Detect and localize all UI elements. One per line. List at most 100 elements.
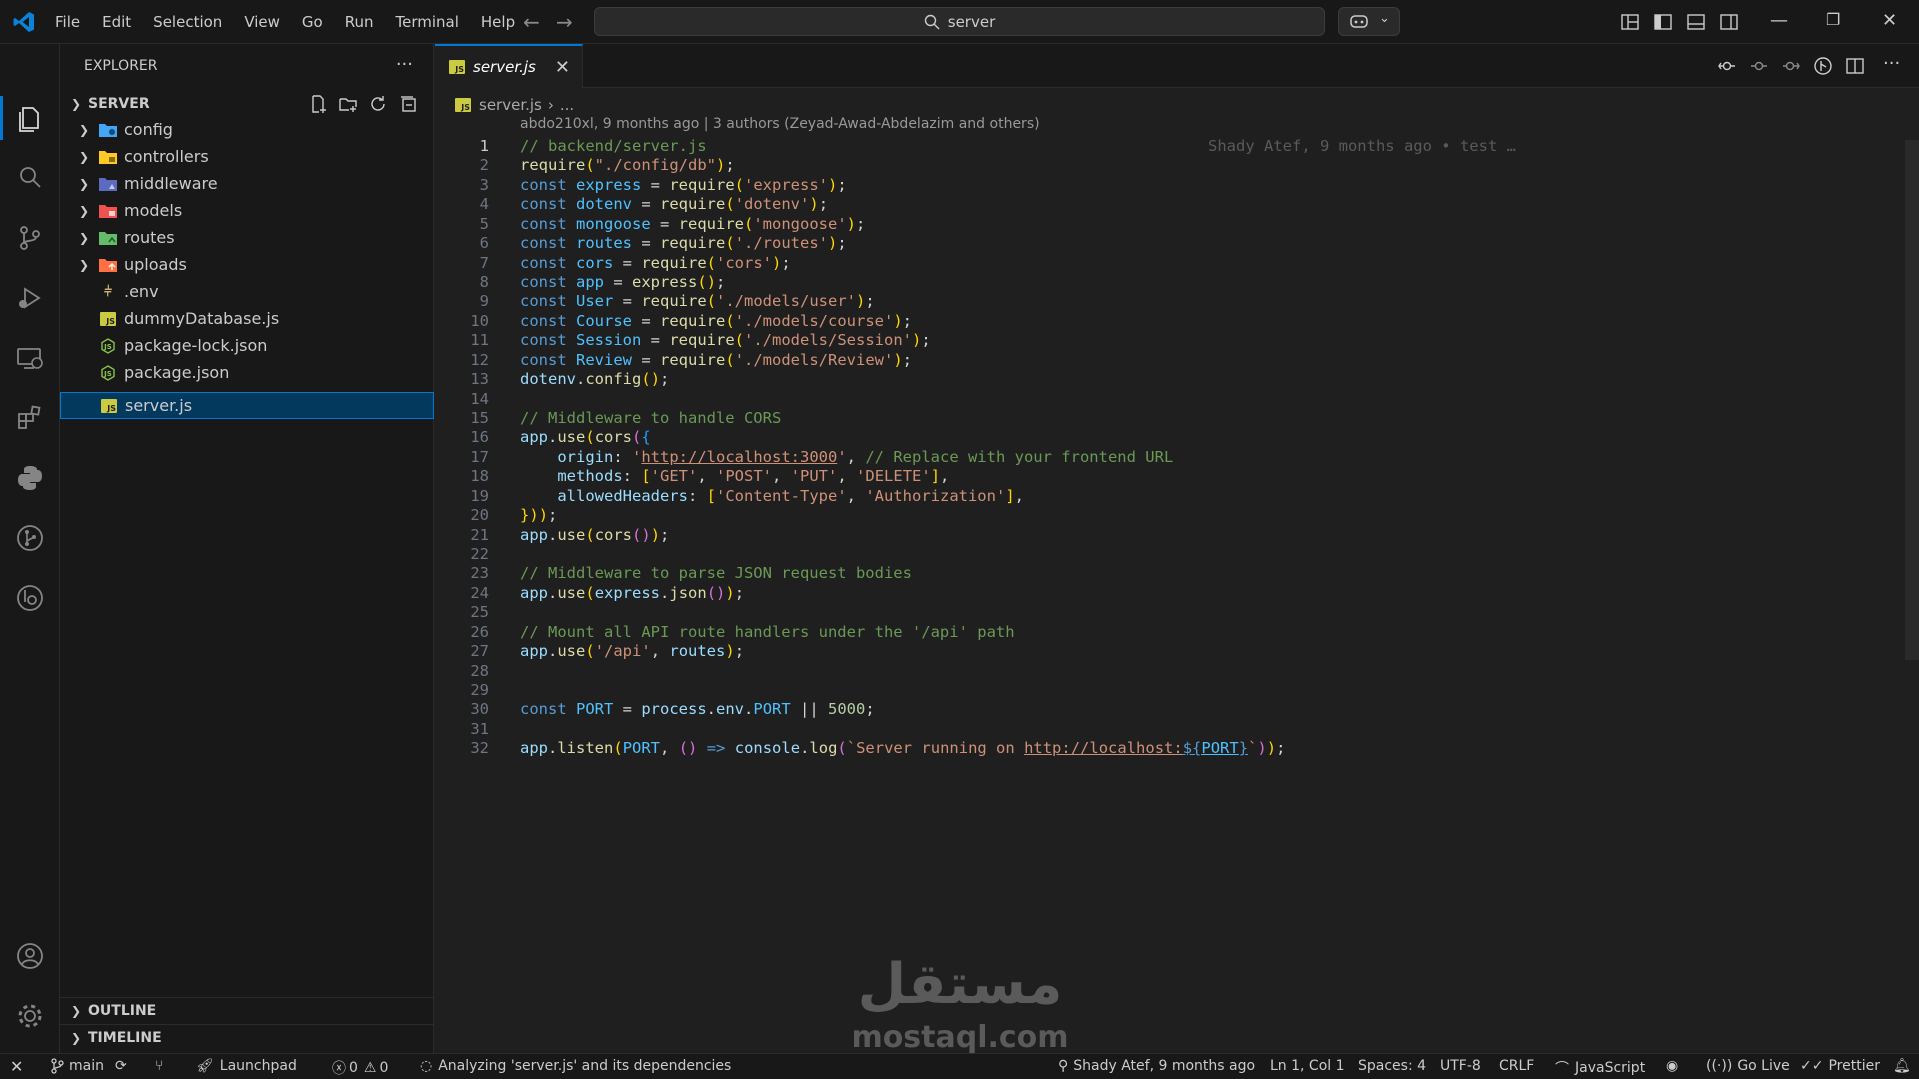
explorer-icon[interactable]	[14, 102, 46, 134]
close-window-icon[interactable]: ✕	[1882, 10, 1897, 31]
account-icon[interactable]	[14, 940, 46, 972]
codelens-blame[interactable]: abdo210xl, 9 months ago | 3 authors (Zey…	[520, 116, 1040, 132]
tree-item-config[interactable]: ❯ config	[60, 116, 434, 143]
refresh-icon[interactable]	[368, 94, 390, 114]
gitlens-inspect-icon[interactable]	[14, 582, 46, 614]
end-of-line[interactable]: CRLF	[1499, 1058, 1534, 1074]
tree-item-uploads[interactable]: ❯ uploads	[60, 251, 434, 278]
menu-help[interactable]: Help	[470, 0, 526, 44]
error-count: 0	[349, 1060, 358, 1076]
toggle-primary-sidebar-icon[interactable]	[1653, 12, 1673, 32]
customize-layout-icon[interactable]	[1620, 12, 1640, 32]
npm-file-icon: JS	[98, 364, 118, 382]
encoding[interactable]: UTF-8	[1440, 1058, 1481, 1074]
workspace-root-folder[interactable]: ❯ SERVER	[60, 92, 434, 116]
tree-item-routes[interactable]: ❯ routes	[60, 224, 434, 251]
status-bar: ✕ main ⟳ ⑂ 🚀︎ Launchpad ⓧ 0 ⚠ 0 ◌ Analyz…	[0, 1053, 1919, 1079]
tree-item-package-lock[interactable]: JS package-lock.json	[60, 332, 434, 359]
menu-edit[interactable]: Edit	[91, 0, 142, 44]
remote-explorer-icon[interactable]	[14, 342, 46, 374]
minimize-icon[interactable]: —	[1770, 10, 1788, 31]
notifications-icon[interactable]: 🔔︎	[1893, 1058, 1911, 1074]
sync-icon[interactable]: ⟳	[115, 1058, 127, 1074]
run-debug-icon[interactable]	[14, 282, 46, 314]
breadcrumb-file[interactable]: server.js	[479, 96, 542, 114]
toggle-secondary-sidebar-icon[interactable]	[1719, 12, 1739, 32]
search-icon[interactable]	[14, 162, 46, 194]
tree-item-env[interactable]: ⫩ .env	[60, 278, 434, 305]
command-center-search[interactable]: server	[594, 7, 1325, 36]
breadcrumb: JS server.js › ...	[455, 94, 574, 116]
line-content: app.listen(PORT, () => console.log(`Serv…	[520, 739, 1286, 758]
tree-item-middleware[interactable]: ❯ middleware	[60, 170, 434, 197]
back-arrow-icon[interactable]: ←	[523, 10, 540, 34]
breadcrumb-more[interactable]: ...	[560, 96, 574, 114]
title-bar: File Edit Selection View Go Run Terminal…	[0, 0, 1919, 44]
tree-item-package-json[interactable]: JS package.json	[60, 359, 434, 386]
more-actions-icon[interactable]: ···	[396, 54, 413, 75]
problems-indicator[interactable]: ⓧ 0 ⚠ 0	[332, 1058, 388, 1078]
next-revision-icon[interactable]	[1781, 56, 1801, 76]
remote-indicator-icon[interactable]: ✕	[10, 1057, 23, 1076]
language-mode[interactable]: ⌒ JavaScript	[1555, 1058, 1645, 1078]
tree-item-label: .env	[124, 282, 159, 301]
tree-item-dummydatabase[interactable]: JS dummyDatabase.js	[60, 305, 434, 332]
outline-section[interactable]: ❯ OUTLINE	[60, 997, 434, 1023]
timeline-section[interactable]: ❯ TIMELINE	[60, 1024, 434, 1050]
new-file-icon[interactable]	[308, 94, 330, 114]
menu-view[interactable]: View	[233, 0, 291, 44]
restore-icon[interactable]: ❐	[1826, 10, 1840, 29]
js-file-icon: JS	[449, 60, 465, 74]
launchpad-item[interactable]: 🚀︎ Launchpad	[196, 1058, 297, 1074]
collapse-all-icon[interactable]	[398, 94, 420, 114]
split-editor-icon[interactable]	[1845, 56, 1865, 76]
gear-icon[interactable]	[14, 1000, 46, 1032]
source-control-icon[interactable]	[14, 222, 46, 254]
tree-item-controllers[interactable]: ❯ controllers	[60, 143, 434, 170]
forward-arrow-icon[interactable]: →	[556, 10, 573, 34]
prettier-status[interactable]: ✓✓ Prettier	[1800, 1058, 1880, 1074]
analysis-status: ◌ Analyzing 'server.js' and its dependen…	[420, 1058, 731, 1074]
rocket-icon: 🚀︎	[196, 1058, 214, 1074]
watermark-logo: مستقل	[857, 952, 1063, 1017]
explorer-actions	[308, 94, 420, 114]
git-compare-icon[interactable]: ⑂	[155, 1058, 163, 1074]
copilot-status-icon[interactable]: ◉	[1666, 1058, 1678, 1074]
menu-terminal[interactable]: Terminal	[385, 0, 470, 44]
new-folder-icon[interactable]	[338, 94, 360, 114]
prettier-label: Prettier	[1828, 1058, 1880, 1074]
active-indicator	[0, 96, 3, 140]
search-text: server	[947, 12, 996, 31]
blame-status[interactable]: ⚲ Shady Atef, 9 months ago	[1058, 1058, 1255, 1074]
code-line[interactable]: 32 app.listen(PORT, () => console.log(`Se…	[435, 736, 1835, 760]
menu-run[interactable]: Run	[334, 0, 385, 44]
close-icon[interactable]: ✕	[555, 57, 570, 78]
chevron-right-icon: ❯	[70, 1003, 82, 1018]
python-icon[interactable]	[14, 462, 46, 494]
more-actions-icon[interactable]: ···	[1883, 53, 1900, 74]
menu-go[interactable]: Go	[291, 0, 334, 44]
chevron-down-icon: ⌄	[1379, 11, 1390, 26]
extensions-icon[interactable]	[14, 402, 46, 434]
gitlens-icon[interactable]	[1813, 56, 1833, 76]
copilot-menu-button[interactable]: ⌄	[1338, 7, 1400, 36]
go-live-button[interactable]: ((·)) Go Live	[1706, 1058, 1790, 1074]
tab-server-js[interactable]: JS server.js ✕	[435, 44, 583, 88]
branch-indicator[interactable]: main	[50, 1058, 104, 1074]
toggle-panel-icon[interactable]	[1686, 12, 1706, 32]
watermark: مستقل mostaql.com	[840, 952, 1080, 1057]
controllers-folder-icon	[98, 148, 118, 166]
open-changes-icon[interactable]	[1717, 56, 1737, 76]
menu-file[interactable]: File	[44, 0, 91, 44]
previous-revision-icon[interactable]	[1749, 56, 1769, 76]
tree-item-server-js[interactable]: JS server.js	[60, 392, 434, 419]
menu-selection[interactable]: Selection	[142, 0, 233, 44]
cursor-position[interactable]: Ln 1, Col 1	[1270, 1058, 1345, 1074]
tree-item-label: models	[124, 201, 183, 220]
scrollbar[interactable]	[1905, 140, 1919, 660]
commit-icon: ⚲	[1058, 1058, 1069, 1074]
indentation[interactable]: Spaces: 4	[1358, 1058, 1426, 1074]
watermark-text: mostaql.com	[851, 1020, 1069, 1055]
git-graph-icon[interactable]	[14, 522, 46, 554]
tree-item-models[interactable]: ❯ models	[60, 197, 434, 224]
